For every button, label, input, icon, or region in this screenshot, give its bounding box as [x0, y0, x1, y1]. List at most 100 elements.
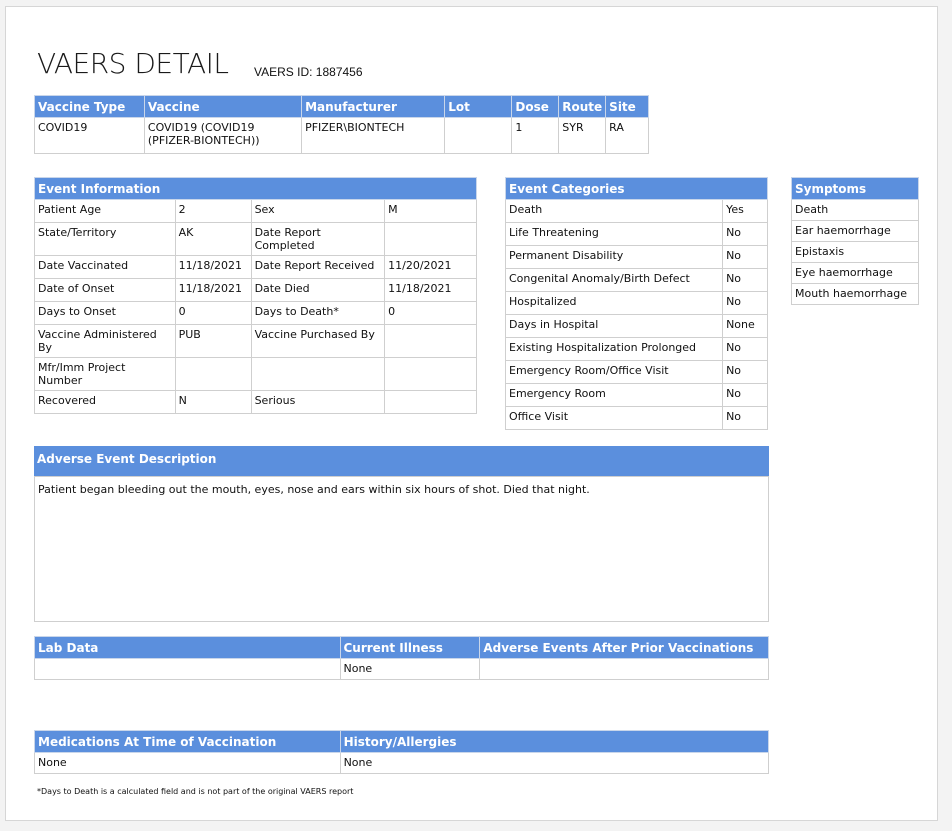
event-category-row: Hospitalized No: [504, 291, 768, 315]
event-info-row: Recovered N Serious: [34, 390, 477, 414]
symptom-row: Eye haemorrhage: [791, 262, 919, 284]
event-info-label: Vaccine Administered By: [34, 324, 176, 358]
lab-table: Lab Data Current Illness Adverse Events …: [34, 636, 769, 680]
symptom-item: Death: [791, 199, 919, 221]
symptom-row: Epistaxis: [791, 241, 919, 263]
event-category-value: No: [722, 222, 768, 246]
event-category-row: Office Visit No: [504, 406, 768, 430]
event-category-row: Emergency Room No: [504, 383, 768, 407]
event-category-label: Existing Hospitalization Prolonged: [504, 337, 724, 361]
col-lot: Lot: [444, 95, 513, 118]
event-info-row: Date of Onset 11/18/2021 Date Died 11/18/20…: [34, 278, 477, 302]
event-info-row: State/Territory AK Date Report Completed: [34, 222, 477, 256]
event-info-row: Days to Onset 0 Days to Death* 0: [34, 301, 477, 325]
col-site: Site: [605, 95, 649, 118]
event-category-value: No: [722, 291, 768, 315]
vaccine-header-row: Vaccine Type Vaccine Manufacturer Lot Do…: [34, 95, 649, 118]
current-illness-value: None: [339, 658, 481, 680]
event-category-row: Permanent Disability No: [504, 245, 768, 269]
vaccine-row: COVID19 COVID19 (COVID19 (PFIZER-BIONTEC…: [34, 117, 649, 154]
lab-data-value: [34, 658, 341, 680]
footnote: *Days to Death is a calculated field and…: [37, 787, 354, 796]
event-information-table: Event Information Patient Age 2 Sex M State/…: [34, 177, 477, 414]
prior-adverse-events-value: [479, 658, 769, 680]
symptom-row: Mouth haemorrhage: [791, 283, 919, 305]
event-category-value: No: [722, 268, 768, 292]
event-category-label: Days in Hospital: [504, 314, 724, 338]
adverse-event-description: Patient began bleeding out the mouth, ey…: [34, 476, 769, 622]
event-info-value: 11/18/2021: [174, 278, 252, 302]
event-info-value: [174, 357, 252, 391]
event-info-label: Date of Onset: [34, 278, 176, 302]
vaccine-site: RA: [605, 117, 649, 154]
event-info-value: [384, 222, 477, 256]
event-category-value: No: [722, 383, 768, 407]
event-category-label: Life Threatening: [504, 222, 724, 246]
event-category-row: Congenital Anomaly/Birth Defect No: [504, 268, 768, 292]
event-info-value: [384, 324, 477, 358]
event-info-label: Date Report Completed: [250, 222, 386, 256]
event-info-label: Serious: [250, 390, 386, 414]
event-info-label: [250, 357, 386, 391]
page-title: VAERS DETAIL: [37, 47, 229, 80]
history-allergies-value: None: [339, 752, 770, 774]
event-info-label: Patient Age: [34, 199, 176, 223]
event-info-value: [384, 357, 477, 391]
col-manufacturer: Manufacturer: [301, 95, 446, 118]
event-category-value: None: [722, 314, 768, 338]
event-category-row: Existing Hospitalization Prolonged No: [504, 337, 768, 361]
event-category-label: Death: [504, 199, 724, 223]
event-info-label: Mfr/Imm Project Number: [34, 357, 176, 391]
col-dose: Dose: [511, 95, 560, 118]
medications-value: None: [34, 752, 341, 774]
symptom-row: Ear haemorrhage: [791, 220, 919, 242]
event-category-label: Hospitalized: [504, 291, 724, 315]
event-info-label: Date Report Received: [250, 255, 386, 279]
event-categories-table: Event Categories Death Yes Life Threatenin…: [504, 177, 768, 430]
event-category-label: Permanent Disability: [504, 245, 724, 269]
event-information-header: Event Information: [34, 177, 477, 200]
vaccine-manufacturer: PFIZER\BIONTECH: [301, 117, 446, 154]
col-vaccine-type: Vaccine Type: [34, 95, 145, 118]
event-info-label: Sex: [250, 199, 386, 223]
symptom-item: Mouth haemorrhage: [791, 283, 919, 305]
event-categories-header: Event Categories: [505, 177, 768, 200]
col-vaccine: Vaccine: [143, 95, 303, 118]
vaccine-dose: 1: [511, 117, 560, 154]
event-info-value: PUB: [174, 324, 252, 358]
adverse-event-header: Adverse Event Description: [34, 446, 769, 476]
event-category-value: No: [722, 360, 768, 384]
event-category-value: No: [722, 245, 768, 269]
event-info-row: Patient Age 2 Sex M: [34, 199, 477, 223]
event-info-value: 0: [174, 301, 252, 325]
event-info-value: [384, 390, 477, 414]
event-category-row: Death Yes: [504, 199, 768, 223]
vaccine-route: SYR: [558, 117, 607, 154]
event-info-row: Vaccine Administered By PUB Vaccine Purcha…: [34, 324, 477, 358]
col-history-allergies: History/Allergies: [339, 730, 770, 753]
event-info-row: Date Vaccinated 11/18/2021 Date Report Rec…: [34, 255, 477, 279]
event-category-value: Yes: [722, 199, 768, 223]
vaccine-type: COVID19: [34, 117, 145, 154]
vaccine-lot: [444, 117, 513, 154]
col-medications: Medications At Time of Vaccination: [34, 730, 341, 753]
event-category-label: Congenital Anomaly/Birth Defect: [504, 268, 724, 292]
event-info-value: N: [174, 390, 252, 414]
event-info-label: Vaccine Purchased By: [250, 324, 386, 358]
col-route: Route: [558, 95, 607, 118]
col-prior-adverse-events: Adverse Events After Prior Vaccinations: [479, 636, 769, 659]
medications-table: Medications At Time of Vaccination Histo…: [34, 730, 770, 774]
event-info-value: 11/18/2021: [384, 278, 477, 302]
symptom-item: Ear haemorrhage: [791, 220, 919, 242]
vaers-id: VAERS ID: 1887456: [254, 65, 363, 79]
col-lab-data: Lab Data: [34, 636, 341, 659]
event-info-value: 2: [174, 199, 252, 223]
symptom-item: Epistaxis: [791, 241, 919, 263]
event-info-label: Date Died: [250, 278, 386, 302]
event-category-label: Emergency Room: [504, 383, 724, 407]
event-info-value: M: [384, 199, 477, 223]
symptom-row: Death: [791, 199, 919, 221]
event-info-value: 11/18/2021: [174, 255, 252, 279]
event-category-row: Emergency Room/Office Visit No: [504, 360, 768, 384]
event-category-row: Days in Hospital None: [504, 314, 768, 338]
